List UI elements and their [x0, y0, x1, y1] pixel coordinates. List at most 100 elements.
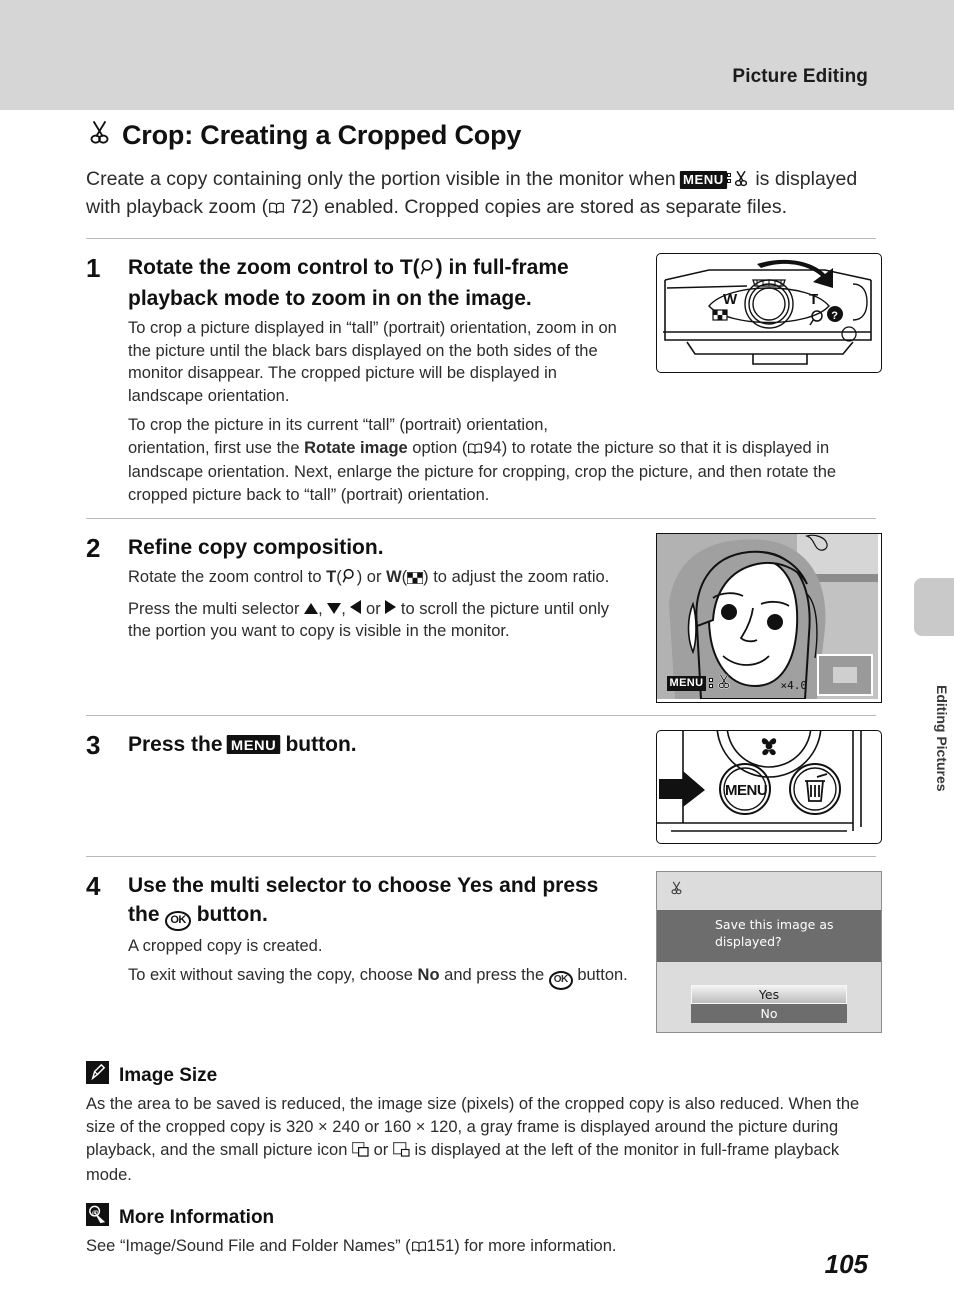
step-4-heading-a: Use the multi selector to choose [128, 874, 452, 897]
note-more-info-body-a: See “Image/Sound File and Folder Names” … [86, 1237, 411, 1255]
ok-button-icon: OK [165, 910, 191, 931]
note-image-size-heading: Image Size [86, 1061, 876, 1090]
book-ref-icon [268, 196, 285, 222]
menu-button-icon: MENU [227, 735, 281, 754]
step-2-p1-c: ) or [356, 568, 382, 586]
step-1-figure: W T ? [656, 253, 882, 373]
note-more-info-ref-page: 151 [426, 1237, 455, 1255]
pencil-note-icon [86, 1061, 109, 1090]
more-info-icon: @ [86, 1203, 109, 1232]
page-title: Crop: Creating a Cropped Copy [86, 118, 876, 152]
note-more-information: @ More Information See “Image/Sound File… [86, 1203, 876, 1260]
book-ref-icon [411, 1237, 427, 1260]
step-1-heading: Rotate the zoom control to T() in full-f… [128, 253, 634, 313]
step-2-p1-a: Rotate the zoom control to [128, 568, 322, 586]
step-4-number: 4 [86, 871, 101, 901]
svg-text:T: T [809, 291, 818, 308]
step-4: 4 Use the multi selector to choose Yes a… [86, 856, 882, 1045]
dialog-no-button[interactable]: No [691, 1004, 847, 1023]
separator-dots-icon [726, 172, 732, 186]
scissors-icon [716, 673, 732, 694]
dialog-message: Save this image as displayed? [715, 916, 865, 950]
step-2: 2 Refine copy composition. Rotate the zo… [86, 518, 882, 715]
small-picture-icon [392, 1141, 410, 1164]
step-4-para-1: A cropped copy is created. [128, 936, 323, 955]
multi-selector-left-icon [350, 599, 362, 614]
step-2-heading: Refine copy composition. [128, 536, 384, 559]
page-title-text: Crop: Creating a Cropped Copy [122, 119, 522, 150]
note-image-size-title: Image Size [119, 1064, 218, 1086]
note-more-information-heading: @ More Information [86, 1203, 876, 1232]
step-3-heading-a: Press the [128, 733, 223, 756]
step-1: 1 Rotate the zoom control to T() in full… [86, 238, 882, 518]
note-image-size-or: or [373, 1141, 389, 1159]
multi-selector-up-icon [304, 602, 319, 614]
step-1-para-1: To crop a picture displayed in “tall” (p… [128, 319, 617, 405]
monitor-osd-menu: MENU [667, 673, 732, 694]
note-image-size-body: As the area to be saved is reduced, the … [86, 1093, 876, 1187]
intro-text-3: ) enabled. Cropped copies are stored as … [312, 196, 787, 218]
step-4-para-2: To exit without saving the copy, choose … [128, 964, 634, 990]
menu-button-icon: MENU [667, 676, 706, 691]
step-2-figure: MENU ×4.0 [656, 533, 882, 703]
page-content: Crop: Creating a Cropped Copy Create a c… [86, 118, 882, 1260]
step-3: 3 Press the MENU button. MENU [86, 715, 882, 856]
step-2-p2-a: Press the multi selector [128, 599, 300, 618]
multi-selector-down-icon [327, 602, 342, 614]
svg-text:?: ? [831, 310, 838, 322]
zoom-tele-label: T [326, 568, 337, 586]
dialog-yes-button[interactable]: Yes [691, 985, 847, 1004]
menu-button-icon: MENU [679, 171, 728, 189]
note-more-info-body-b: ) for more information. [454, 1237, 617, 1255]
step-1-para-2-lead: To crop the picture in its current “tall… [128, 416, 549, 434]
no-option-label: No [417, 966, 440, 984]
section-tab-label: Editing Pictures [934, 684, 950, 792]
page-header-title: Picture Editing [732, 66, 868, 87]
step-1-para-2: orientation, first use the Rotate image … [128, 437, 876, 507]
step-3-number: 3 [86, 730, 101, 760]
intro-text-1: Create a copy containing only the portio… [86, 168, 676, 190]
rotate-image-option-label: Rotate image [304, 438, 408, 457]
section-tab-marker [914, 578, 954, 636]
step-3-figure: MENU [656, 730, 882, 844]
step-1-heading-a: Rotate the zoom control to [128, 256, 394, 279]
ok-button-icon: OK [548, 970, 573, 990]
page-number: 105 [824, 1249, 868, 1279]
step-1-heading-b: ( [412, 256, 420, 279]
dialog-message-line2: displayed? [715, 934, 782, 949]
step-3-heading: Press the MENU button. [128, 730, 634, 759]
step-4-p2-c: button. [577, 966, 628, 984]
note-more-information-title: More Information [119, 1206, 275, 1228]
svg-text:W: W [723, 291, 738, 308]
step-1-para-2-mid: option ( [407, 438, 468, 457]
svg-text:MENU: MENU [725, 782, 767, 799]
manual-page: Picture Editing Editing Pictures Crop: C… [0, 0, 954, 1314]
book-ref-icon [467, 439, 483, 462]
page-header-band [0, 0, 954, 110]
step-1-number: 1 [86, 253, 101, 283]
dialog-message-line1: Save this image as [715, 917, 834, 932]
step-4-heading-c: button. [196, 903, 268, 926]
step-4-p2-a: To exit without saving the copy, choose [128, 966, 413, 984]
small-picture-icon [352, 1141, 369, 1164]
note-more-information-body: See “Image/Sound File and Folder Names” … [86, 1235, 876, 1260]
intro-paragraph: Create a copy containing only the portio… [86, 166, 876, 222]
multi-selector-right-icon [385, 599, 397, 614]
intro-ref-page: 72 [290, 196, 313, 218]
step-2-p2-b: or [366, 599, 381, 618]
svg-text:@: @ [92, 1209, 98, 1216]
monitor-osd-zoom-ratio: ×4.0 [780, 679, 808, 692]
magnify-icon [420, 255, 436, 284]
step-3-heading-b: button. [285, 733, 357, 756]
scissors-icon [732, 168, 750, 194]
magnify-icon [342, 568, 357, 591]
monitor-navigation-thumbnail [817, 654, 873, 696]
step-2-number: 2 [86, 533, 101, 563]
yes-option-label: Yes [457, 874, 494, 897]
step-4-heading: Use the multi selector to choose Yes and… [128, 871, 634, 931]
zoom-wide-label: W [386, 568, 402, 586]
step-1-para-2-pre: orientation, first use the [128, 438, 305, 457]
step-1-ref-page: 94 [483, 438, 502, 457]
step-4-p2-b: and press the [444, 966, 545, 984]
note-image-size: Image Size As the area to be saved is re… [86, 1061, 876, 1187]
